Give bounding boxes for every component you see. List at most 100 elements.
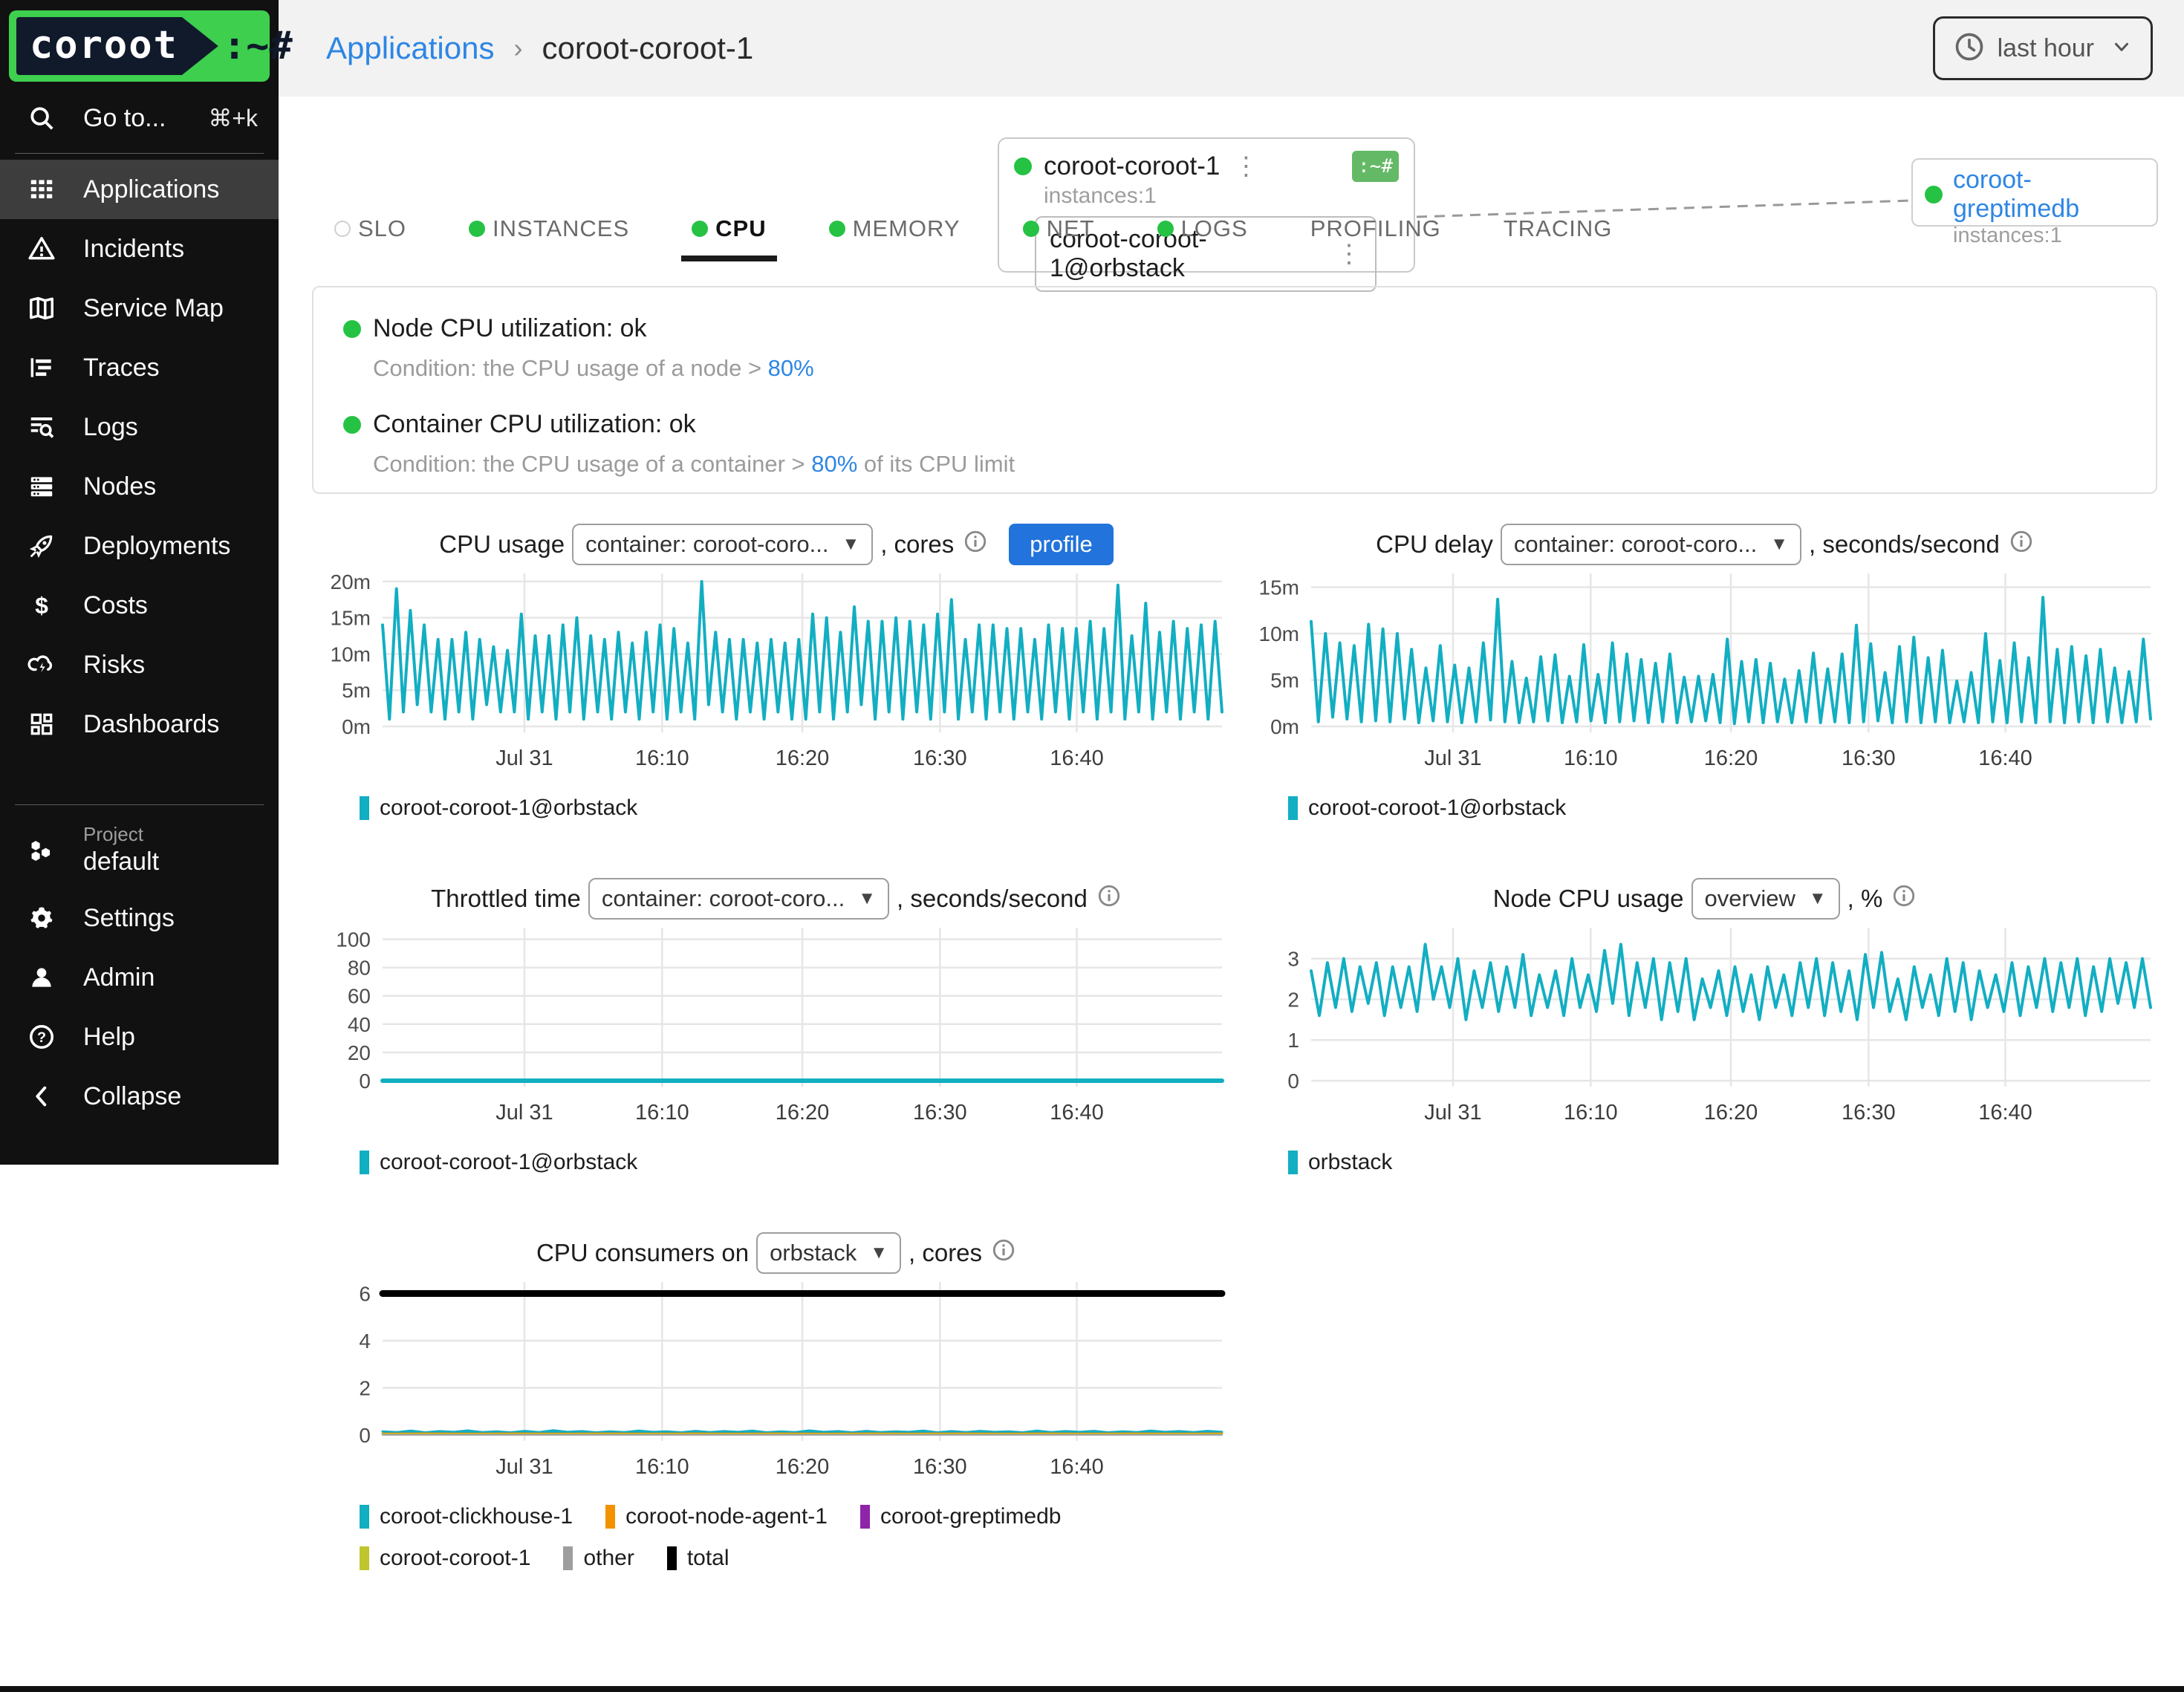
instances-label: instances:1 (1044, 183, 1399, 209)
chart-plot: 020406080100Jul 3116:1016:2016:3016:40co… (312, 923, 1241, 1175)
time-range-selector[interactable]: last hour (1933, 16, 2153, 80)
legend-swatch (1288, 796, 1298, 820)
tab-memory[interactable]: MEMORY (829, 215, 961, 261)
profile-button[interactable]: profile (1009, 524, 1113, 565)
chart-scope-dropdown[interactable]: container: coroot-coro...▼ (588, 878, 889, 920)
tab-cpu[interactable]: CPU (692, 215, 766, 261)
svg-text:10m: 10m (1259, 622, 1299, 645)
legend-label: orbstack (1308, 1150, 1392, 1175)
svg-text:20: 20 (348, 1041, 371, 1064)
footer-bar (0, 1686, 2184, 1692)
sidebar-item-label: Admin (83, 963, 155, 992)
coroot-logo-prompt: :~# (223, 24, 293, 68)
chart-plot: 0123Jul 3116:1016:2016:3016:40orbstack (1241, 923, 2169, 1175)
legend-item[interactable]: total (667, 1546, 729, 1571)
coroot-logo[interactable]: coroot :~# (9, 10, 270, 82)
svg-text:15m: 15m (1259, 576, 1299, 599)
sidebar-item-incidents[interactable]: Incidents (0, 219, 279, 279)
chevron-down-icon (2110, 36, 2133, 62)
condition-threshold[interactable]: 80% (768, 355, 814, 381)
legend-item[interactable]: coroot-clickhouse-1 (360, 1504, 573, 1529)
info-icon[interactable] (991, 1237, 1016, 1269)
sidebar-item-logs[interactable]: Logs (0, 397, 279, 457)
sidebar-item-nodes[interactable]: Nodes (0, 457, 279, 516)
chart-legend: orbstack (1288, 1150, 2169, 1175)
legend-item[interactable]: coroot-coroot-1@orbstack (360, 1150, 637, 1175)
sidebar-item-label: Logs (83, 413, 138, 442)
sidebar-item-deployments[interactable]: Deployments (0, 516, 279, 576)
tab-logs[interactable]: LOGS (1157, 215, 1248, 261)
legend-item[interactable]: other (563, 1546, 634, 1571)
svg-text:16:10: 16:10 (1564, 1101, 1618, 1125)
caret-down-icon: ▼ (1770, 534, 1788, 555)
cpu-checks-panel: Node CPU utilization: ok Condition: the … (312, 286, 2157, 494)
sidebar-item-collapse[interactable]: Collapse (0, 1067, 279, 1126)
info-icon[interactable] (1891, 883, 1917, 914)
svg-text:15m: 15m (331, 607, 371, 630)
sidebar-item-service-map[interactable]: Service Map (0, 279, 279, 338)
kebab-menu-icon[interactable]: ⋮ (1233, 154, 1258, 179)
map-icon (27, 293, 56, 323)
sidebar-item-settings[interactable]: Settings (0, 888, 279, 948)
sidebar-item-costs[interactable]: $ Costs (0, 576, 279, 635)
tab-status-dot (334, 221, 351, 237)
svg-text:16:40: 16:40 (1978, 746, 2032, 770)
sidebar-item-dashboards[interactable]: Dashboards (0, 694, 279, 754)
hexagons-icon (27, 835, 56, 865)
legend-item[interactable]: coroot-node-agent-1 (605, 1504, 828, 1529)
legend-swatch (667, 1546, 677, 1570)
chart-unit: , seconds/second (1809, 530, 2000, 559)
legend-swatch (563, 1546, 573, 1570)
legend-item[interactable]: coroot-coroot-1@orbstack (360, 795, 637, 821)
status-dot (1014, 157, 1032, 175)
legend-item[interactable]: coroot-coroot-1 (360, 1546, 530, 1571)
tab-net[interactable]: NET (1023, 215, 1095, 261)
chart-scope-dropdown[interactable]: container: coroot-coro...▼ (572, 524, 873, 565)
chart-title: Node CPU usage (1493, 885, 1684, 913)
tab-instances[interactable]: INSTANCES (469, 215, 629, 261)
breadcrumb: Applications › coroot-coroot-1 (326, 30, 753, 66)
sidebar-item-label: Settings (83, 904, 175, 933)
chart-scope-dropdown[interactable]: overview▼ (1691, 878, 1840, 920)
breadcrumb-applications-link[interactable]: Applications (326, 30, 494, 66)
sidebar-item-project[interactable]: Project default (0, 811, 279, 888)
traces-icon (27, 353, 56, 383)
chart-unit: , % (1847, 885, 1883, 913)
svg-text:16:10: 16:10 (1564, 746, 1618, 770)
status-dot (1925, 186, 1943, 204)
sidebar-item-help[interactable]: ? Help (0, 1007, 279, 1067)
person-icon (27, 963, 56, 992)
legend-label: coroot-greptimedb (880, 1504, 1061, 1529)
condition-threshold[interactable]: 80% (811, 451, 857, 477)
svg-text:16:20: 16:20 (1704, 746, 1758, 770)
tab-slo[interactable]: SLO (334, 215, 406, 261)
chart-cpu-usage: CPU usage container: coroot-coro...▼ , c… (312, 520, 1241, 821)
svg-text:16:30: 16:30 (913, 746, 967, 770)
sidebar-item-admin[interactable]: Admin (0, 948, 279, 1007)
goto-search[interactable]: Go to... ⌘+k (0, 89, 279, 147)
sidebar-item-label: Help (83, 1023, 135, 1052)
chart-scope-dropdown[interactable]: container: coroot-coro...▼ (1501, 524, 1801, 565)
sidebar-item-risks[interactable]: Risks (0, 635, 279, 694)
chart-title: CPU consumers on (536, 1239, 749, 1267)
legend-item[interactable]: coroot-coroot-1@orbstack (1288, 795, 1566, 821)
chart-scope-dropdown[interactable]: orbstack▼ (756, 1232, 901, 1274)
legend-swatch (360, 1151, 369, 1174)
tab-profiling[interactable]: PROFILING (1310, 215, 1441, 261)
sidebar-item-applications[interactable]: Applications (0, 160, 279, 219)
info-icon[interactable] (1096, 883, 1122, 914)
chevron-left-icon (27, 1081, 56, 1111)
caret-down-icon: ▼ (1809, 888, 1827, 909)
info-icon[interactable] (2009, 529, 2034, 560)
legend-label: total (687, 1546, 729, 1571)
legend-item[interactable]: orbstack (1288, 1150, 1392, 1175)
info-icon[interactable] (963, 529, 988, 560)
tab-tracing[interactable]: TRACING (1504, 215, 1613, 261)
legend-item[interactable]: coroot-greptimedb (860, 1504, 1061, 1529)
sidebar-item-label: Service Map (83, 294, 224, 323)
sidebar-item-traces[interactable]: Traces (0, 338, 279, 397)
chart-title: CPU delay (1376, 530, 1493, 559)
svg-text:16:40: 16:40 (1050, 1455, 1104, 1479)
svg-text:16:40: 16:40 (1050, 1101, 1104, 1125)
sidebar-item-label: Nodes (83, 472, 156, 501)
